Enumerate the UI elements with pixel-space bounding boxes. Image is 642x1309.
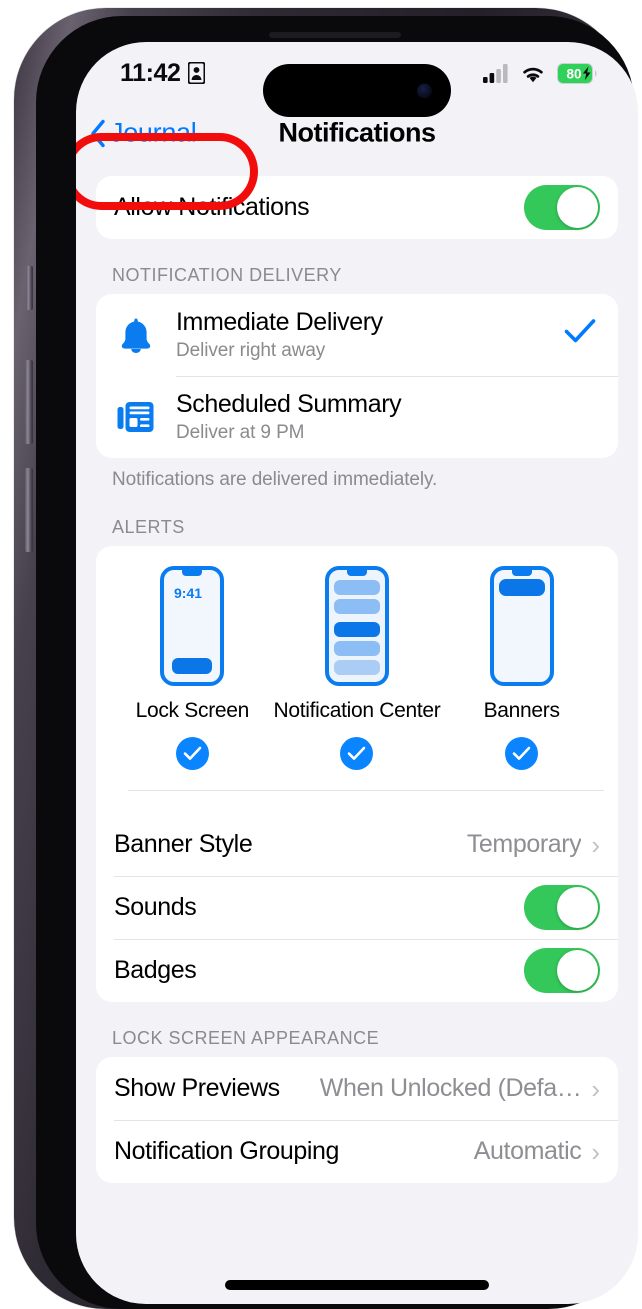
scheduled-summary-title: Scheduled Summary <box>176 390 402 418</box>
row-badges[interactable]: Badges <box>96 939 618 1002</box>
row-allow-notifications[interactable]: Allow Notifications <box>96 176 618 239</box>
alert-option-lock-screen-label: Lock Screen <box>135 699 250 722</box>
alert-option-notification-center[interactable]: Notification Center <box>273 566 441 770</box>
row-immediate-delivery[interactable]: Immediate Delivery Deliver right away <box>96 294 618 376</box>
banner-style-value: Temporary <box>466 830 582 858</box>
notification-delivery-footer: Notifications are delivered immediately. <box>112 469 438 490</box>
chevron-right-icon: › <box>591 829 600 860</box>
notification-delivery-header: NOTIFICATION DELIVERY <box>112 265 342 285</box>
newspaper-summary-icon <box>114 400 158 434</box>
row-scheduled-summary[interactable]: Scheduled Summary Deliver at 9 PM <box>96 376 618 458</box>
immediate-delivery-selected-check <box>564 318 596 352</box>
alerts-divider <box>128 790 604 791</box>
notification-delivery-group: Immediate Delivery Deliver right away Sc… <box>96 294 618 458</box>
settings-scroll-view[interactable]: Allow Notifications NOTIFICATION DELIVER… <box>76 162 638 1304</box>
alert-option-lock-screen[interactable]: 9:41 Lock Screen <box>111 566 274 770</box>
status-bar-clock: 11:42 <box>120 58 181 87</box>
status-bar-left: 11:42 <box>120 59 205 88</box>
sounds-toggle[interactable] <box>524 885 600 930</box>
person-id-icon <box>187 62 205 84</box>
notification-center-preview-icon <box>324 566 389 686</box>
alerts-header: ALERTS <box>112 517 185 537</box>
notification-grouping-label: Notification Grouping <box>114 1137 340 1165</box>
badges-label: Badges <box>114 956 197 984</box>
allow-notifications-label: Allow Notifications <box>114 193 310 221</box>
chevron-right-icon: › <box>591 1073 600 1104</box>
show-previews-label: Show Previews <box>114 1074 280 1102</box>
show-previews-value: When Unlocked (Defa… <box>319 1074 582 1102</box>
row-sounds[interactable]: Sounds <box>96 876 618 939</box>
scheduled-summary-text: Scheduled Summary Deliver at 9 PM <box>176 390 600 444</box>
immediate-delivery-text: Immediate Delivery Deliver right away <box>176 308 564 362</box>
lock-screen-preview-icon: 9:41 <box>160 566 225 686</box>
alert-option-notification-center-label: Notification Center <box>273 699 441 722</box>
toggle-knob <box>557 187 598 228</box>
iphone-device: 11:42 80 Journal Notifications Allow Not… <box>0 0 642 1309</box>
banners-preview-icon <box>489 566 554 686</box>
allow-notifications-toggle[interactable] <box>524 185 600 230</box>
silence-switch-button[interactable] <box>26 266 33 310</box>
page-title: Notifications <box>278 117 436 148</box>
home-indicator[interactable] <box>225 1280 489 1290</box>
front-camera-icon <box>417 83 432 98</box>
row-show-previews[interactable]: Show Previews When Unlocked (Defa… › <box>96 1057 618 1120</box>
sounds-label: Sounds <box>114 893 197 921</box>
alert-option-lock-screen-check[interactable] <box>175 737 209 770</box>
lock-screen-appearance-group: Show Previews When Unlocked (Defa… › Not… <box>96 1057 618 1183</box>
volume-down-button[interactable] <box>25 468 33 552</box>
battery-percent-label: 80 <box>566 66 581 81</box>
bell-icon <box>114 316 158 354</box>
alerts-group: 9:41 Lock Screen Notification Center Ban… <box>96 546 618 1002</box>
wifi-icon <box>523 67 543 82</box>
alert-option-banners[interactable]: Banners <box>440 566 603 770</box>
phone-bezel: 11:42 80 Journal Notifications Allow Not… <box>36 16 638 1309</box>
alert-option-notification-center-check[interactable] <box>340 737 374 770</box>
alert-option-banners-check[interactable] <box>505 737 539 770</box>
immediate-delivery-subtitle: Deliver right away <box>176 340 326 361</box>
status-bar-right: 80 <box>483 62 598 84</box>
alert-option-banners-label: Banners <box>483 699 560 722</box>
toggle-knob <box>557 887 598 928</box>
lock-screen-appearance-header: LOCK SCREEN APPEARANCE <box>112 1028 380 1048</box>
badges-toggle[interactable] <box>524 948 600 993</box>
earpiece-speaker <box>269 32 401 38</box>
volume-up-button[interactable] <box>25 360 33 444</box>
chevron-right-icon: › <box>591 1136 600 1167</box>
navigation-bar: Journal Notifications <box>76 104 638 162</box>
lock-screen-time-label: 9:41 <box>174 585 202 601</box>
phone-screen: 11:42 80 Journal Notifications Allow Not… <box>76 42 638 1304</box>
row-notification-grouping[interactable]: Notification Grouping Automatic › <box>96 1120 618 1183</box>
cellular-signal-icon <box>483 63 508 83</box>
battery-icon: 80 <box>557 62 597 84</box>
row-banner-style[interactable]: Banner Style Temporary › <box>96 813 618 876</box>
notification-grouping-value: Automatic <box>473 1137 582 1165</box>
allow-notifications-group: Allow Notifications <box>96 176 618 239</box>
scheduled-summary-subtitle: Deliver at 9 PM <box>176 422 305 443</box>
banner-style-label: Banner Style <box>114 830 253 858</box>
phone-outer-frame: 11:42 80 Journal Notifications Allow Not… <box>14 8 638 1309</box>
toggle-knob <box>557 950 598 991</box>
alerts-style-picker: 9:41 Lock Screen Notification Center Ban… <box>96 546 618 813</box>
immediate-delivery-title: Immediate Delivery <box>176 308 383 336</box>
